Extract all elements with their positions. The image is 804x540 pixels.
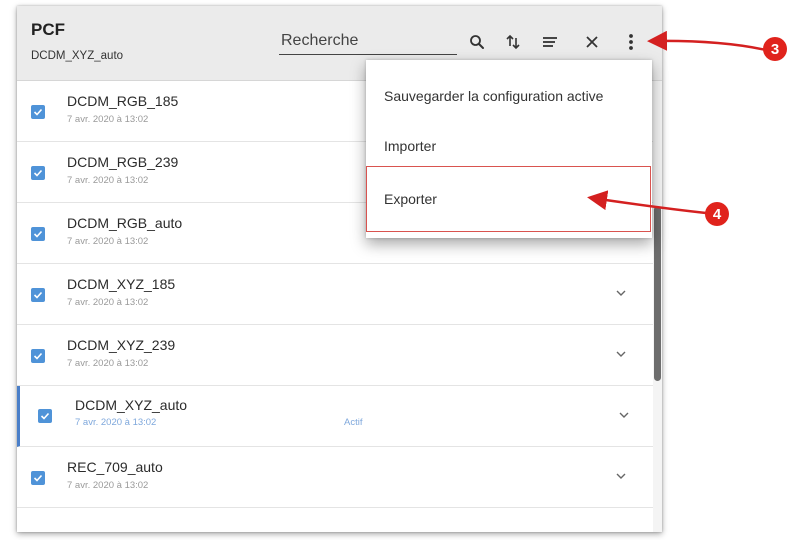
status-badge: Actif bbox=[344, 417, 363, 428]
search-icon[interactable] bbox=[466, 31, 488, 53]
checkbox[interactable] bbox=[31, 105, 45, 119]
item-name: DCDM_RGB_auto bbox=[67, 215, 183, 231]
checkbox[interactable] bbox=[38, 409, 52, 423]
list-item-active[interactable]: DCDM_XYZ_auto 7 avr. 2020 à 13:02 Actif bbox=[17, 386, 653, 447]
search-input[interactable] bbox=[279, 28, 457, 55]
item-date: 7 avr. 2020 à 13:02 bbox=[67, 175, 149, 186]
menu-item-import[interactable]: Importer bbox=[366, 124, 652, 168]
sort-icon[interactable] bbox=[502, 31, 524, 53]
filter-icon[interactable] bbox=[539, 31, 561, 53]
item-date: 7 avr. 2020 à 13:02 bbox=[75, 417, 157, 428]
chevron-down-icon[interactable] bbox=[614, 469, 628, 483]
checkbox[interactable] bbox=[31, 166, 45, 180]
menu-item-save-active-config[interactable]: Sauvegarder la configuration active bbox=[366, 74, 652, 118]
item-name: DCDM_XYZ_185 bbox=[67, 276, 176, 292]
list-item[interactable]: DCDM_XYZ_185 7 avr. 2020 à 13:02 bbox=[17, 264, 653, 325]
chevron-down-icon[interactable] bbox=[614, 286, 628, 300]
item-name: REC_709_auto bbox=[67, 459, 163, 475]
item-name: DCDM_RGB_185 bbox=[67, 93, 179, 109]
active-config-subtitle: DCDM_XYZ_auto bbox=[31, 50, 124, 62]
chevron-down-icon[interactable] bbox=[614, 347, 628, 361]
arrow-to-menu-button bbox=[647, 30, 767, 52]
checkbox[interactable] bbox=[31, 288, 45, 302]
list-item[interactable]: REC_709_auto 7 avr. 2020 à 13:02 bbox=[17, 447, 653, 508]
item-date: 7 avr. 2020 à 13:02 bbox=[67, 297, 149, 308]
list-item[interactable]: DCDM_XYZ_239 7 avr. 2020 à 13:02 bbox=[17, 325, 653, 386]
item-date: 7 avr. 2020 à 13:02 bbox=[67, 480, 149, 491]
item-date: 7 avr. 2020 à 13:02 bbox=[67, 236, 149, 247]
item-name: DCDM_XYZ_239 bbox=[67, 337, 176, 353]
item-name: DCDM_RGB_239 bbox=[67, 154, 179, 170]
page-title: PCF bbox=[31, 20, 65, 39]
item-date: 7 avr. 2020 à 13:02 bbox=[67, 114, 149, 125]
callout-badge-export: 4 bbox=[705, 202, 729, 226]
more-vertical-icon[interactable] bbox=[620, 31, 642, 53]
callout-badge-menu: 3 bbox=[763, 37, 787, 61]
item-date: 7 avr. 2020 à 13:02 bbox=[67, 358, 149, 369]
overflow-menu: Sauvegarder la configuration active Impo… bbox=[366, 60, 652, 238]
item-name: DCDM_XYZ_auto bbox=[75, 397, 188, 413]
checkbox[interactable] bbox=[31, 471, 45, 485]
close-icon[interactable] bbox=[581, 31, 603, 53]
chevron-down-icon[interactable] bbox=[617, 408, 631, 422]
checkbox[interactable] bbox=[31, 227, 45, 241]
menu-item-export[interactable]: Exporter bbox=[366, 177, 652, 221]
scrollbar-thumb[interactable] bbox=[654, 206, 661, 381]
checkbox[interactable] bbox=[31, 349, 45, 363]
